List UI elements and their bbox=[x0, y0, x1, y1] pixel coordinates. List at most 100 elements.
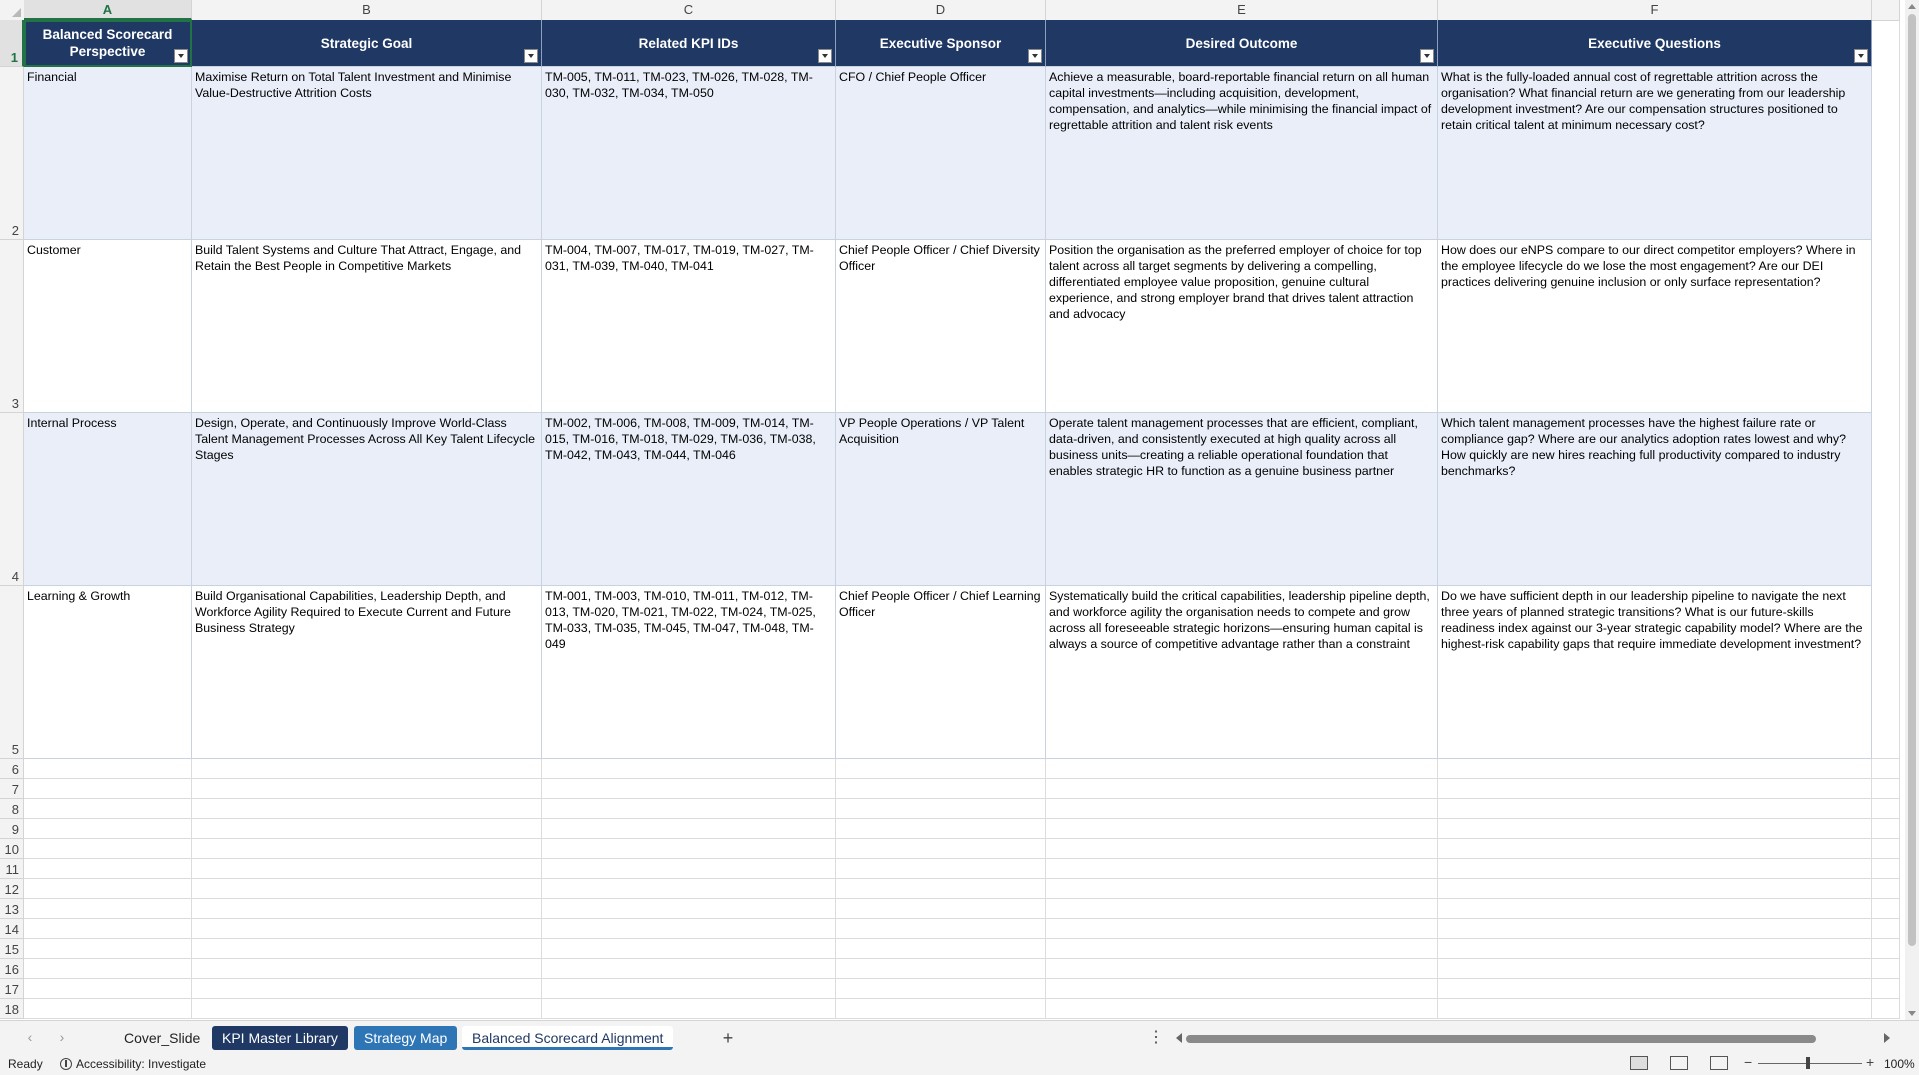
normal-view-icon[interactable] bbox=[1630, 1056, 1648, 1070]
row-header[interactable]: 13 bbox=[0, 899, 24, 919]
cell-strategic-goal[interactable]: Design, Operate, and Continuously Improv… bbox=[192, 413, 542, 586]
scroll-left-icon[interactable] bbox=[1176, 1033, 1182, 1043]
empty-cell[interactable] bbox=[1438, 939, 1872, 959]
empty-cell[interactable] bbox=[1872, 779, 1900, 799]
empty-cell[interactable] bbox=[542, 779, 836, 799]
empty-cell[interactable] bbox=[836, 779, 1046, 799]
prev-sheet-icon[interactable]: ‹ bbox=[20, 1027, 40, 1047]
empty-cell[interactable] bbox=[1046, 859, 1438, 879]
empty-cell[interactable] bbox=[836, 879, 1046, 899]
empty-cell[interactable] bbox=[1872, 879, 1900, 899]
empty-cell[interactable] bbox=[542, 859, 836, 879]
empty-cell[interactable] bbox=[836, 799, 1046, 819]
header-cell-sponsor[interactable]: Executive Sponsor bbox=[836, 20, 1046, 67]
filter-dropdown-icon[interactable] bbox=[1028, 49, 1042, 63]
cell-strategic-goal[interactable]: Build Talent Systems and Culture That At… bbox=[192, 240, 542, 413]
empty-cell[interactable] bbox=[1438, 799, 1872, 819]
cell-kpi-ids[interactable]: TM-005, TM-011, TM-023, TM-026, TM-028, … bbox=[542, 67, 836, 240]
empty-cell[interactable] bbox=[1046, 779, 1438, 799]
scroll-right-icon[interactable] bbox=[1884, 1033, 1890, 1043]
cell-perspective[interactable]: Internal Process bbox=[24, 413, 192, 586]
header-cell-perspective[interactable]: Balanced Scorecard Perspective bbox=[24, 20, 192, 67]
empty-cell[interactable] bbox=[1046, 999, 1438, 1019]
row-header[interactable]: 16 bbox=[0, 959, 24, 979]
row-header[interactable]: 8 bbox=[0, 799, 24, 819]
column-header-b[interactable]: B bbox=[192, 0, 542, 20]
empty-cell[interactable] bbox=[24, 919, 192, 939]
empty-cell[interactable] bbox=[1872, 899, 1900, 919]
scroll-down-icon[interactable] bbox=[1908, 1011, 1916, 1016]
cell-sponsor[interactable]: VP People Operations / VP Talent Acquisi… bbox=[836, 413, 1046, 586]
empty-cell[interactable] bbox=[542, 959, 836, 979]
empty-cell[interactable] bbox=[1046, 959, 1438, 979]
empty-cell[interactable] bbox=[836, 759, 1046, 779]
empty-cell[interactable] bbox=[24, 819, 192, 839]
column-header-f[interactable]: F bbox=[1438, 0, 1872, 20]
empty-cell[interactable] bbox=[1438, 759, 1872, 779]
cell-sponsor[interactable]: Chief People Officer / Chief Learning Of… bbox=[836, 586, 1046, 759]
header-cell-questions[interactable]: Executive Questions bbox=[1438, 20, 1872, 67]
cell-kpi-ids[interactable]: TM-002, TM-006, TM-008, TM-009, TM-014, … bbox=[542, 413, 836, 586]
row-header[interactable]: 7 bbox=[0, 779, 24, 799]
empty-cell-column-g[interactable] bbox=[1872, 20, 1900, 759]
empty-cell[interactable] bbox=[836, 919, 1046, 939]
empty-cell[interactable] bbox=[542, 759, 836, 779]
empty-cell[interactable] bbox=[1438, 959, 1872, 979]
empty-cell[interactable] bbox=[542, 839, 836, 859]
empty-cell[interactable] bbox=[24, 999, 192, 1019]
empty-cell[interactable] bbox=[1438, 819, 1872, 839]
empty-cell[interactable] bbox=[192, 919, 542, 939]
empty-cell[interactable] bbox=[192, 959, 542, 979]
empty-cell[interactable] bbox=[192, 799, 542, 819]
cell-outcome[interactable]: Systematically build the critical capabi… bbox=[1046, 586, 1438, 759]
filter-dropdown-icon[interactable] bbox=[1854, 49, 1868, 63]
empty-cell[interactable] bbox=[1872, 939, 1900, 959]
empty-cell[interactable] bbox=[836, 819, 1046, 839]
column-header-d[interactable]: D bbox=[836, 0, 1046, 20]
empty-cell[interactable] bbox=[1872, 799, 1900, 819]
select-all-corner[interactable] bbox=[0, 0, 25, 20]
cell-strategic-goal[interactable]: Maximise Return on Total Talent Investme… bbox=[192, 67, 542, 240]
row-header[interactable]: 14 bbox=[0, 919, 24, 939]
horizontal-scroll-thumb[interactable] bbox=[1186, 1035, 1816, 1043]
page-break-view-icon[interactable] bbox=[1710, 1056, 1728, 1070]
row-header[interactable]: 3 bbox=[0, 240, 24, 413]
empty-cell[interactable] bbox=[192, 779, 542, 799]
cell-perspective[interactable]: Customer bbox=[24, 240, 192, 413]
cell-perspective[interactable]: Financial bbox=[24, 67, 192, 240]
scroll-up-icon[interactable] bbox=[1908, 4, 1916, 9]
empty-cell[interactable] bbox=[1046, 879, 1438, 899]
cell-questions[interactable]: Which talent management processes have t… bbox=[1438, 413, 1872, 586]
empty-cell[interactable] bbox=[192, 759, 542, 779]
empty-cell[interactable] bbox=[836, 899, 1046, 919]
zoom-out-icon[interactable]: − bbox=[1744, 1054, 1752, 1070]
cell-kpi-ids[interactable]: TM-004, TM-007, TM-017, TM-019, TM-027, … bbox=[542, 240, 836, 413]
header-cell-kpi-ids[interactable]: Related KPI IDs bbox=[542, 20, 836, 67]
empty-cell[interactable] bbox=[1438, 979, 1872, 999]
empty-cell[interactable] bbox=[24, 759, 192, 779]
empty-cell[interactable] bbox=[1872, 759, 1900, 779]
empty-cell[interactable] bbox=[542, 819, 836, 839]
empty-cell[interactable] bbox=[1872, 839, 1900, 859]
empty-cell[interactable] bbox=[24, 979, 192, 999]
more-options-icon[interactable]: ⋮ bbox=[1148, 1027, 1164, 1047]
header-cell-strategic-goal[interactable]: Strategic Goal bbox=[192, 20, 542, 67]
empty-cell[interactable] bbox=[24, 959, 192, 979]
empty-cell[interactable] bbox=[1046, 839, 1438, 859]
empty-cell[interactable] bbox=[1046, 919, 1438, 939]
column-header-a[interactable]: A bbox=[24, 0, 192, 20]
cell-kpi-ids[interactable]: TM-001, TM-003, TM-010, TM-011, TM-012, … bbox=[542, 586, 836, 759]
zoom-slider-knob[interactable] bbox=[1806, 1057, 1810, 1069]
empty-cell[interactable] bbox=[1438, 859, 1872, 879]
empty-cell[interactable] bbox=[24, 899, 192, 919]
column-header-c[interactable]: C bbox=[542, 0, 836, 20]
empty-cell[interactable] bbox=[836, 839, 1046, 859]
empty-cell[interactable] bbox=[1872, 859, 1900, 879]
spreadsheet-grid[interactable]: A B C D E F 1 2 3 4 5 6 7 8 9 10 11 12 1… bbox=[0, 0, 1919, 1020]
empty-cell[interactable] bbox=[1438, 779, 1872, 799]
row-header[interactable]: 9 bbox=[0, 819, 24, 839]
empty-cell[interactable] bbox=[542, 999, 836, 1019]
cell-outcome[interactable]: Operate talent management processes that… bbox=[1046, 413, 1438, 586]
empty-cell[interactable] bbox=[192, 819, 542, 839]
empty-cell[interactable] bbox=[24, 859, 192, 879]
